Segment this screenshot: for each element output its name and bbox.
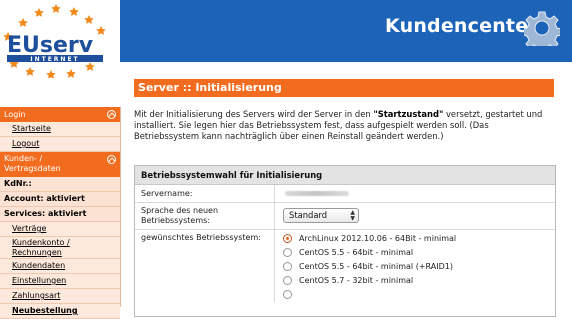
logo-area: EUserv INTERNET xyxy=(0,0,120,107)
main-content: Server :: Initialisierung Mit der Initia… xyxy=(134,79,556,317)
os-option[interactable]: CentOS 5.7 - 32bit - minimal xyxy=(283,275,413,286)
sidebar-item-startseite[interactable]: Startseite xyxy=(0,122,120,137)
logo-text-main: EUserv xyxy=(7,33,94,58)
radio-icon[interactable] xyxy=(283,248,292,257)
language-select-value: Standard xyxy=(289,210,328,220)
os-option[interactable] xyxy=(283,289,299,300)
brand-title: Kundencenter xyxy=(385,15,538,37)
collapse-icon[interactable] xyxy=(107,110,116,119)
language-row: Sprache des neuen Betriebssystems: Stand… xyxy=(135,203,555,230)
os-option[interactable]: CentOS 5.5 - 64bit - minimal (+RAID1) xyxy=(283,261,453,272)
os-label: gewünschtes Betriebssystem: xyxy=(141,233,261,242)
account-status: Account: aktiviert xyxy=(0,192,120,207)
os-option[interactable]: ArchLinux 2012.10.06 - 64Bit - minimal xyxy=(283,233,456,244)
services-status: Services: aktiviert xyxy=(0,207,120,222)
gear-icon xyxy=(524,11,560,46)
sidebar-item-logout[interactable]: Logout xyxy=(0,137,120,152)
radio-icon[interactable] xyxy=(283,262,292,271)
sidebar-item-kundenkonto[interactable]: Kundenkonto / Rechnungen xyxy=(0,237,120,259)
language-label: Sprache des neuen Betriebssystems: xyxy=(141,206,219,225)
os-option[interactable]: CentOS 5.5 - 64bit - minimal xyxy=(283,247,413,258)
sidebar-section-label: Kunden- / Vertragsdaten xyxy=(4,154,61,173)
sidebar-item-einstellungen[interactable]: Einstellungen xyxy=(0,274,120,289)
language-select[interactable]: Standard ▲ ▼ xyxy=(283,208,359,223)
sidebar-item-zahlungsart[interactable]: Zahlungsart xyxy=(0,289,120,304)
sidebar-section-login[interactable]: Login xyxy=(0,107,120,122)
radio-selected-icon[interactable] xyxy=(283,234,292,243)
servername-row: Servername: xyxy=(135,185,555,203)
kdnr-label: KdNr.: xyxy=(0,177,120,192)
servername-label: Servername: xyxy=(141,189,193,198)
sidebar-item-kundendaten[interactable]: Kundendaten xyxy=(0,259,120,274)
servername-value-redacted xyxy=(285,191,349,196)
sidebar: Login Startseite Logout Kunden- / Vertra… xyxy=(0,107,121,319)
intro-text: Mit der Initialisierung des Servers wird… xyxy=(134,109,543,141)
euserv-logo: EUserv INTERNET xyxy=(4,4,106,78)
sidebar-section-label: Login xyxy=(4,110,26,119)
sidebar-section-kunden[interactable]: Kunden- / Vertragsdaten xyxy=(0,152,120,177)
os-row: gewünschtes Betriebssystem: ArchLinux 20… xyxy=(135,230,555,302)
panel-title: Betriebssystemwahl für Initialisierung xyxy=(135,166,555,185)
page-title: Server :: Initialisierung xyxy=(134,79,554,97)
radio-icon[interactable] xyxy=(283,276,292,285)
chevron-updown-icon: ▲ ▼ xyxy=(350,209,355,222)
sidebar-item-neubestellung[interactable]: Neubestellung xyxy=(0,304,120,319)
os-selection-panel: Betriebssystemwahl für Initialisierung S… xyxy=(134,165,556,317)
logo-text-sub: INTERNET xyxy=(30,56,79,63)
radio-icon[interactable] xyxy=(283,290,292,299)
collapse-icon[interactable] xyxy=(107,155,116,164)
sidebar-item-vertraege[interactable]: Verträge xyxy=(0,222,120,237)
